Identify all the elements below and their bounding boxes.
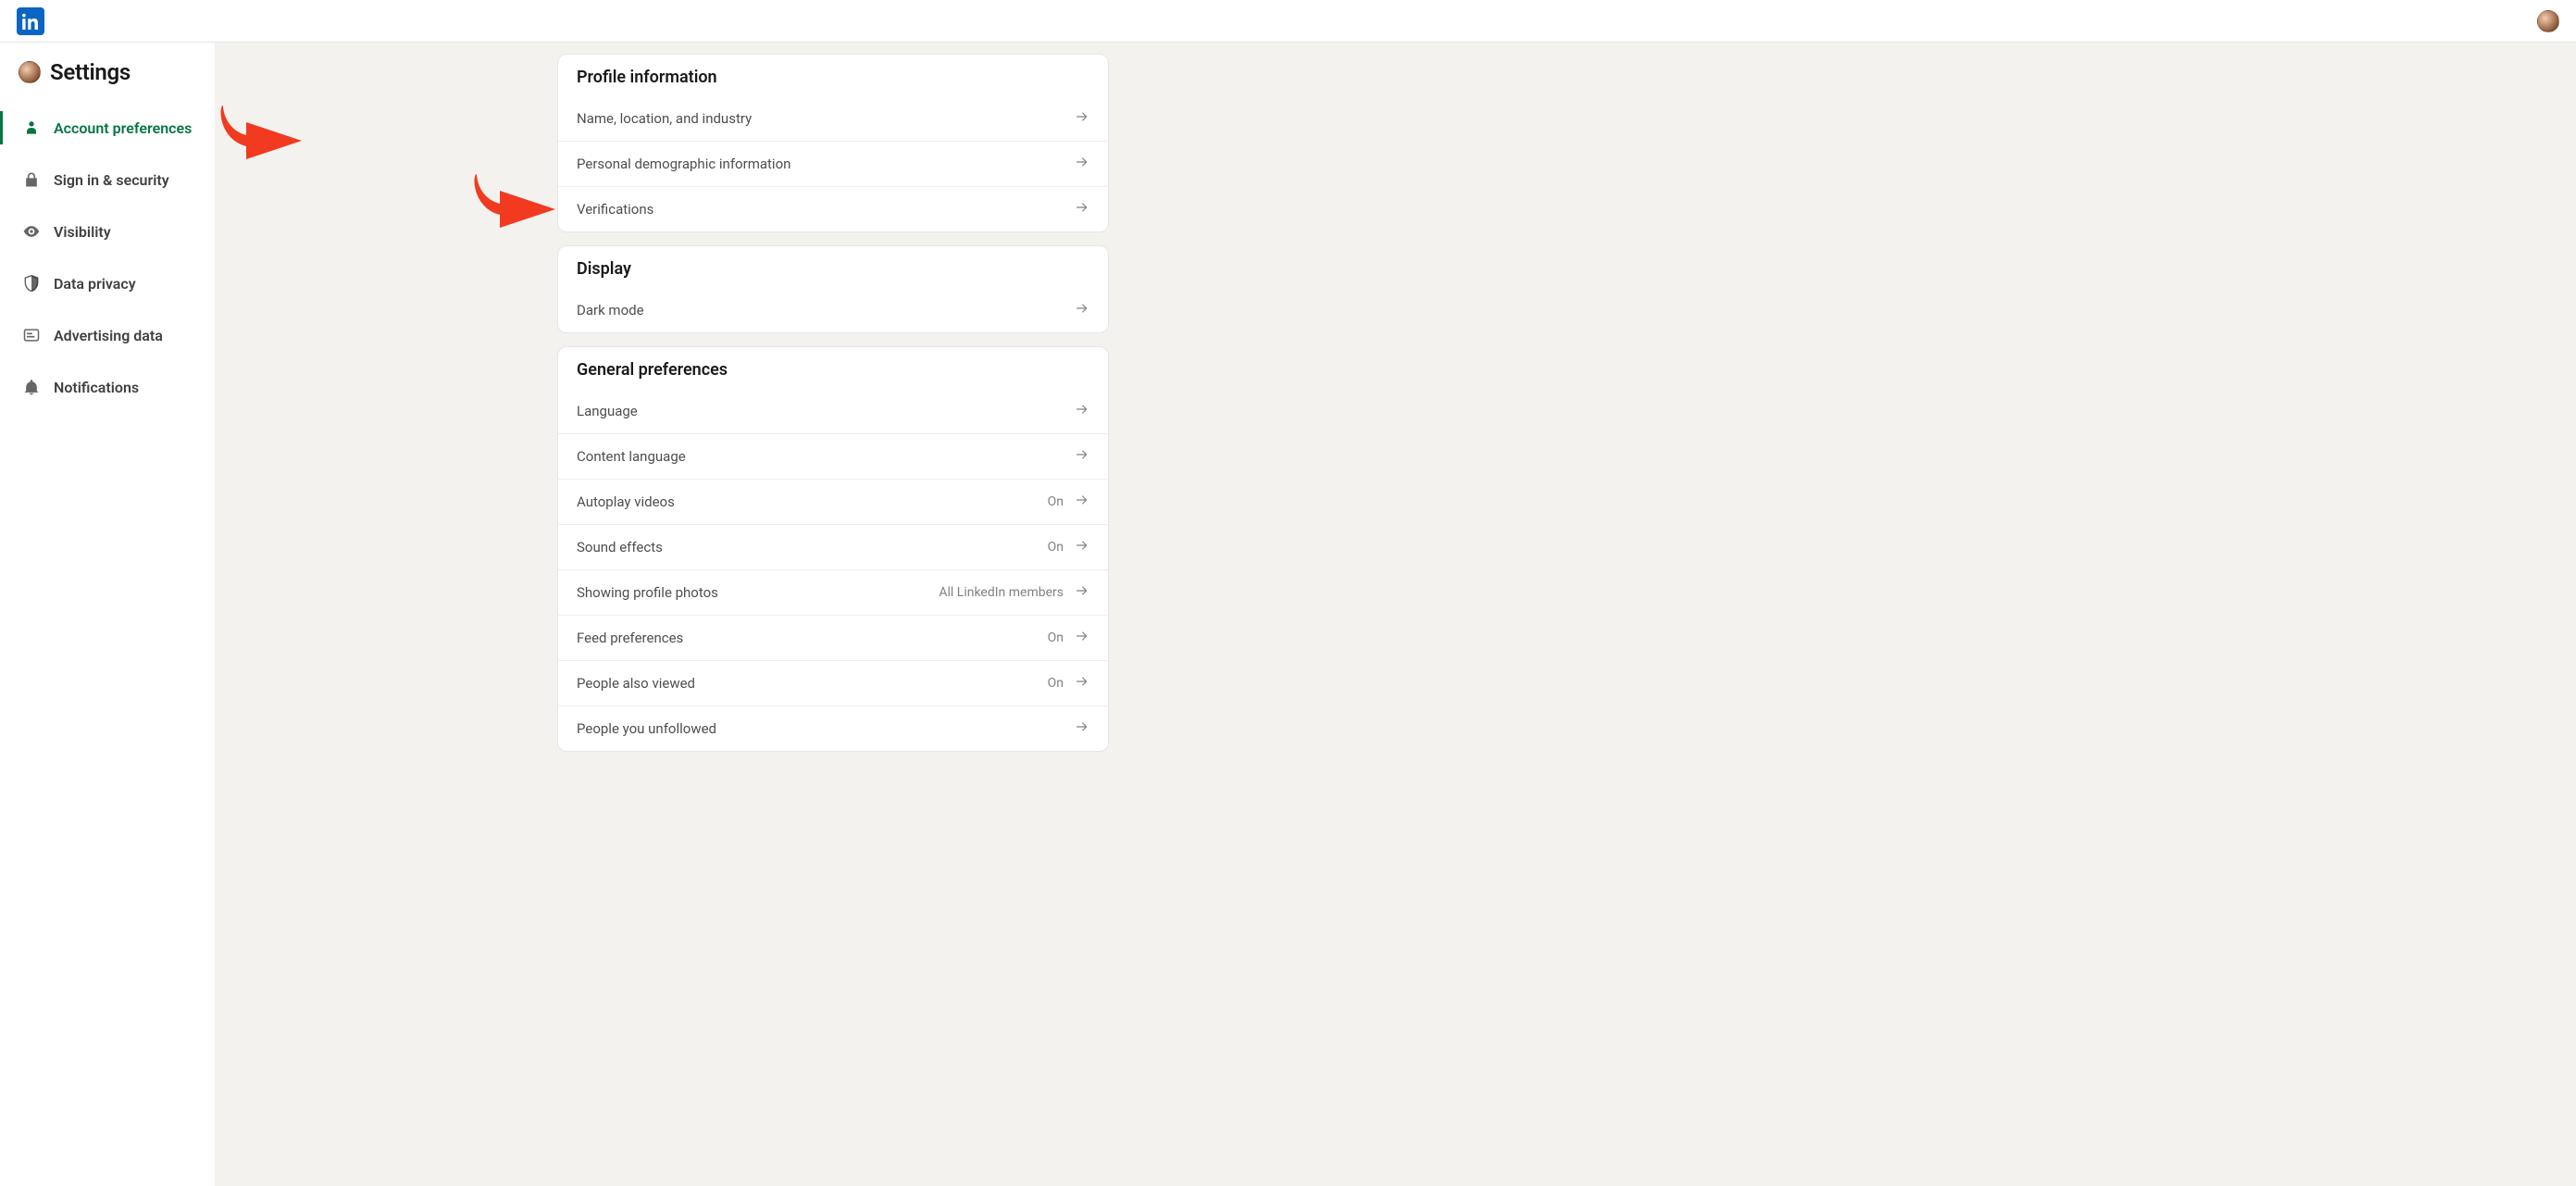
row-sound-effects[interactable]: Sound effects On <box>558 524 1108 569</box>
row-label: Showing profile photos <box>577 584 939 601</box>
row-value: On <box>1048 494 1064 509</box>
row-label: Autoplay videos <box>577 493 1048 510</box>
settings-sidebar: Settings Account preferences Sign in & s… <box>0 43 215 1186</box>
row-showing-profile-photos[interactable]: Showing profile photos All LinkedIn memb… <box>558 569 1108 615</box>
eye-icon <box>22 222 41 241</box>
row-value: On <box>1048 630 1064 645</box>
topbar <box>0 0 2576 43</box>
profile-avatar <box>19 61 41 83</box>
card-title: Display <box>558 246 1108 288</box>
chevron-right-icon <box>1075 493 1089 511</box>
display-card: Display Dark mode <box>557 245 1109 333</box>
shield-icon <box>22 274 41 293</box>
sidebar-item-data-privacy[interactable]: Data privacy <box>0 257 215 309</box>
chevron-right-icon <box>1075 447 1089 466</box>
ad-icon <box>22 326 41 344</box>
page-title: Settings <box>50 59 131 85</box>
chevron-right-icon <box>1075 301 1089 319</box>
profile-information-card: Profile information Name, location, and … <box>557 54 1109 232</box>
chevron-right-icon <box>1075 200 1089 218</box>
profile-avatar-menu[interactable] <box>2537 10 2559 32</box>
row-value: All LinkedIn members <box>939 585 1064 600</box>
main-content: Profile information Name, location, and … <box>215 43 2576 1186</box>
chevron-right-icon <box>1075 674 1089 693</box>
annotation-arrow-right <box>472 165 565 233</box>
row-value: On <box>1048 540 1064 555</box>
row-people-you-unfollowed[interactable]: People you unfollowed <box>558 705 1108 751</box>
sidebar-item-label: Sign in & security <box>54 171 169 189</box>
row-label: Dark mode <box>577 302 1075 318</box>
chevron-right-icon <box>1075 629 1089 647</box>
chevron-right-icon <box>1075 155 1089 173</box>
row-value: On <box>1048 676 1064 691</box>
sidebar-item-advertising-data[interactable]: Advertising data <box>0 309 215 361</box>
settings-nav: Account preferences Sign in & security V… <box>0 102 215 413</box>
chevron-right-icon <box>1075 719 1089 738</box>
row-content-language[interactable]: Content language <box>558 433 1108 479</box>
linkedin-logo[interactable] <box>17 7 44 35</box>
chevron-right-icon <box>1075 538 1089 556</box>
sidebar-item-label: Account preferences <box>54 119 192 137</box>
row-label: Feed preferences <box>577 630 1048 646</box>
row-label: Language <box>577 403 1075 419</box>
sidebar-item-notifications[interactable]: Notifications <box>0 361 215 413</box>
row-feed-preferences[interactable]: Feed preferences On <box>558 615 1108 660</box>
general-preferences-card: General preferences Language Content lan… <box>557 346 1109 752</box>
settings-header: Settings <box>0 59 215 102</box>
row-name-location-industry[interactable]: Name, location, and industry <box>558 96 1108 141</box>
sidebar-item-visibility[interactable]: Visibility <box>0 206 215 257</box>
row-label: Sound effects <box>577 539 1048 556</box>
row-autoplay-videos[interactable]: Autoplay videos On <box>558 479 1108 524</box>
row-dark-mode[interactable]: Dark mode <box>558 288 1108 332</box>
row-label: Name, location, and industry <box>577 110 1075 127</box>
row-label: Personal demographic information <box>577 156 1075 172</box>
card-title: Profile information <box>558 55 1108 96</box>
chevron-right-icon <box>1075 109 1089 128</box>
row-people-also-viewed[interactable]: People also viewed On <box>558 660 1108 705</box>
linkedin-icon <box>22 13 39 30</box>
sidebar-item-label: Visibility <box>54 223 111 241</box>
card-title: General preferences <box>558 347 1108 389</box>
chevron-right-icon <box>1075 402 1089 420</box>
sidebar-item-label: Notifications <box>54 379 139 396</box>
row-label: People also viewed <box>577 675 1048 692</box>
bell-icon <box>22 378 41 396</box>
chevron-right-icon <box>1075 583 1089 602</box>
person-icon <box>22 119 41 137</box>
sidebar-item-label: Data privacy <box>54 275 136 293</box>
row-label: Content language <box>577 448 1075 465</box>
sidebar-item-account-preferences[interactable]: Account preferences <box>0 102 215 154</box>
sidebar-item-sign-in-security[interactable]: Sign in & security <box>0 154 215 206</box>
row-verifications[interactable]: Verifications <box>558 186 1108 231</box>
row-label: Verifications <box>577 201 1075 218</box>
lock-icon <box>22 170 41 189</box>
sidebar-item-label: Advertising data <box>54 327 163 344</box>
annotation-arrow-left <box>218 96 311 165</box>
row-label: People you unfollowed <box>577 720 1075 737</box>
row-personal-demographic[interactable]: Personal demographic information <box>558 141 1108 186</box>
row-language[interactable]: Language <box>558 389 1108 433</box>
